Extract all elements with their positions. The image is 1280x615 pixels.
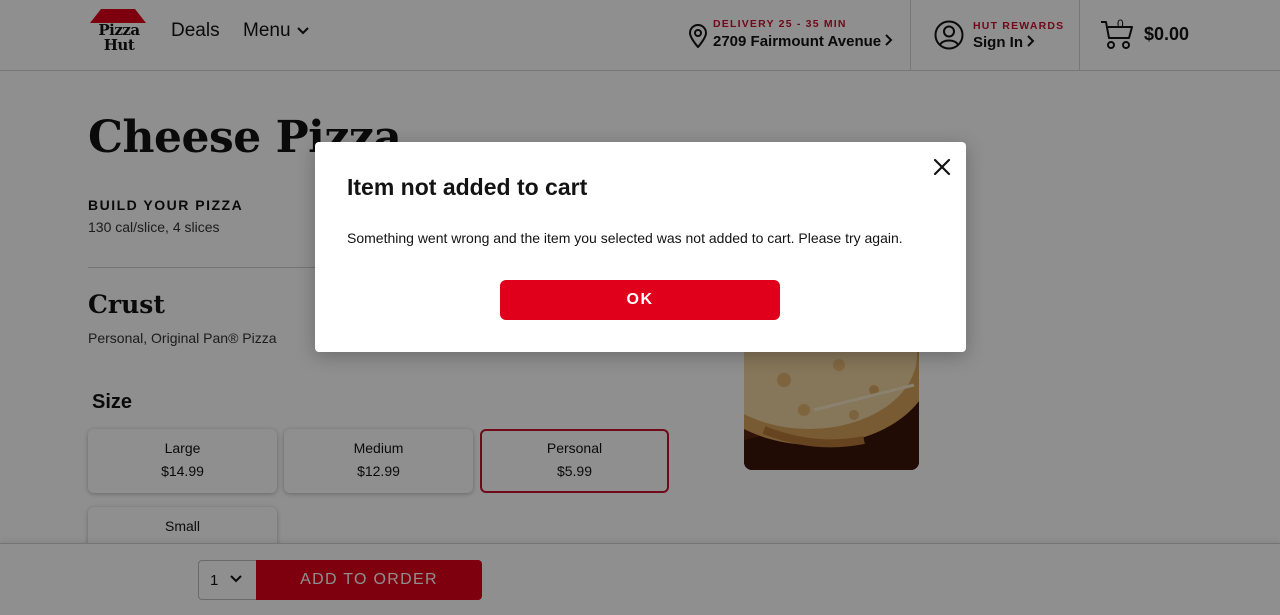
error-dialog: Item not added to cart Something went wr… <box>315 142 966 352</box>
ok-button[interactable]: OK <box>500 280 780 320</box>
dialog-message: Something went wrong and the item you se… <box>347 230 903 246</box>
close-icon[interactable] <box>931 156 953 178</box>
dialog-title: Item not added to cart <box>347 174 588 200</box>
